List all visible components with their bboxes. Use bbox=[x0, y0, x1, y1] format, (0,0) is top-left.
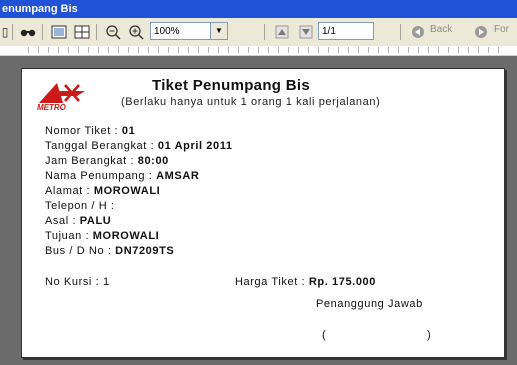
row-label: Tujuan : bbox=[45, 230, 93, 242]
row-value: MOROWALI bbox=[92, 230, 160, 242]
row-value: 80:00 bbox=[137, 155, 169, 167]
row-value: AMSAR bbox=[156, 170, 200, 182]
signature-paren-close: ) bbox=[427, 329, 431, 341]
window-title: enumpang Bis bbox=[2, 3, 78, 15]
price-value: Rp. 175.000 bbox=[308, 276, 376, 288]
zoom-select[interactable]: 100% ▼ bbox=[150, 22, 228, 40]
ticket-row-telepon: Telepon / H : bbox=[45, 200, 115, 212]
ticket-row-alamat: Alamat : MOROWALI bbox=[45, 185, 160, 197]
ticket-row-nomor: Nomor Tiket : 01 bbox=[45, 125, 135, 137]
multi-page-icon[interactable] bbox=[72, 23, 92, 41]
report-workspace[interactable]: METRO Tiket Penumpang Bis (Berlaku hanya… bbox=[0, 56, 517, 365]
ticket-page: METRO Tiket Penumpang Bis (Berlaku hanya… bbox=[21, 68, 505, 358]
forward-label[interactable]: For bbox=[494, 24, 509, 35]
toolbar-separator bbox=[96, 24, 97, 40]
toolbar-separator bbox=[12, 24, 13, 40]
row-value: PALU bbox=[79, 215, 112, 227]
signature-label: Penanggung Jawab bbox=[316, 298, 423, 310]
ticket-row-kursi: No Kursi : 1 bbox=[45, 276, 110, 288]
page-edge-icon[interactable]: ▯ bbox=[0, 23, 10, 41]
ticket-row-bus: Bus / D No : DN7209TS bbox=[45, 245, 174, 257]
row-value: 01 bbox=[121, 125, 136, 137]
ticket-subtitle: (Berlaku hanya untuk 1 orang 1 kali perj… bbox=[121, 96, 381, 108]
report-toolbar: ▯ 100% ▼ 1/1 Back For bbox=[0, 18, 517, 47]
ticket-row-tujuan: Tujuan : MOROWALI bbox=[45, 230, 159, 242]
price-label: Harga Tiket : bbox=[235, 276, 309, 288]
company-logo: METRO bbox=[31, 81, 91, 117]
ticket-row-tanggal: Tanggal Berangkat : 01 April 2011 bbox=[45, 140, 233, 152]
row-value: DN7209TS bbox=[115, 245, 175, 257]
zoom-in-icon[interactable] bbox=[126, 23, 146, 41]
row-value: MOROWALI bbox=[93, 185, 161, 197]
chevron-down-icon[interactable]: ▼ bbox=[210, 23, 227, 39]
single-page-icon[interactable] bbox=[49, 23, 69, 41]
ticket-row-asal: Asal : PALU bbox=[45, 215, 111, 227]
ruler-ticks bbox=[28, 47, 508, 53]
logo-text: METRO bbox=[37, 103, 66, 112]
toolbar-separator bbox=[42, 24, 43, 40]
back-icon[interactable] bbox=[410, 23, 426, 41]
toolbar-separator bbox=[400, 24, 401, 40]
page-number-input[interactable]: 1/1 bbox=[318, 22, 374, 40]
row-label: Nama Penumpang : bbox=[45, 170, 157, 182]
back-label[interactable]: Back bbox=[430, 24, 452, 35]
row-label: Jam Berangkat : bbox=[45, 155, 138, 167]
row-label: Bus / D No : bbox=[45, 245, 116, 257]
search-icon[interactable] bbox=[18, 23, 38, 41]
row-label: Alamat : bbox=[45, 185, 94, 197]
first-page-icon[interactable] bbox=[272, 23, 292, 41]
page-number-value: 1/1 bbox=[322, 26, 336, 37]
toolbar-separator bbox=[264, 24, 265, 40]
row-label: Tanggal Berangkat : bbox=[45, 140, 158, 152]
window-titlebar: enumpang Bis bbox=[0, 0, 517, 18]
ticket-price: Harga Tiket : Rp. 175.000 bbox=[235, 276, 376, 288]
signature-paren-open: ( bbox=[322, 329, 326, 341]
ticket-row-nama: Nama Penumpang : AMSAR bbox=[45, 170, 199, 182]
row-label: Telepon / H : bbox=[45, 200, 115, 212]
row-value: 01 April 2011 bbox=[157, 140, 233, 152]
ruler bbox=[0, 46, 517, 56]
row-value: 1 bbox=[102, 276, 110, 288]
next-page-icon[interactable] bbox=[296, 23, 316, 41]
forward-icon[interactable] bbox=[473, 23, 489, 41]
zoom-value: 100% bbox=[154, 26, 180, 37]
ticket-title: Tiket Penumpang Bis bbox=[152, 77, 310, 94]
row-label: Nomor Tiket : bbox=[45, 125, 122, 137]
row-label: No Kursi : bbox=[45, 276, 103, 288]
row-label: Asal : bbox=[45, 215, 80, 227]
ticket-row-jam: Jam Berangkat : 80:00 bbox=[45, 155, 169, 167]
zoom-out-icon[interactable] bbox=[103, 23, 123, 41]
